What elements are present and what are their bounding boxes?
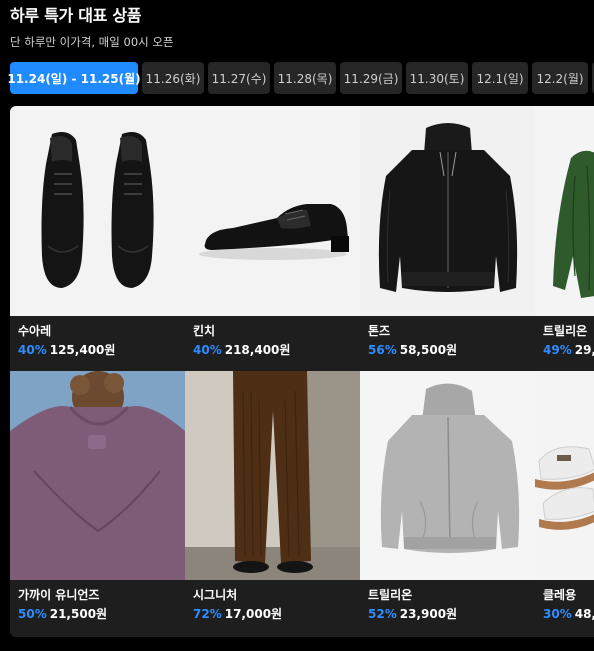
tab-date-1127[interactable]: 11.27(수) — [208, 62, 270, 94]
black-hooded-bomber-jacket-image — [360, 106, 535, 316]
product-info: 시그니처 72% 17,000원 — [185, 580, 360, 637]
page: 하루 특가 대표 상품 단 하루만 이가격, 매일 00시 오픈 11.24(일… — [0, 0, 594, 651]
product-price-line: 56% 58,500원 — [368, 343, 527, 358]
sale-price: 218,400원 — [224, 343, 291, 357]
product-price-line: 40% 218,400원 — [193, 343, 352, 358]
product-price-line: 72% 17,000원 — [193, 607, 352, 622]
product-card[interactable]: 수아레 40% 125,400원 — [10, 106, 185, 371]
product-card[interactable]: 클레용 30% 48, — [535, 371, 594, 637]
product-image — [535, 106, 594, 316]
product-image — [360, 371, 535, 580]
discount-rate: 40% — [18, 343, 47, 357]
purple-sweatshirt-model-image — [10, 371, 185, 580]
section-header: 하루 특가 대표 상품 단 하루만 이가격, 매일 00시 오픈 — [10, 6, 174, 49]
product-info: 트릴리온 49%29,9 — [535, 316, 594, 371]
black-leather-derby-shoe-side-image — [185, 106, 360, 316]
product-price-line: 49%29,9 — [543, 343, 594, 358]
discount-rate: 52% — [368, 607, 397, 621]
sale-price: 29,9 — [574, 343, 594, 357]
discount-rate: 30% — [543, 607, 572, 621]
sale-price: 48, — [574, 607, 594, 621]
product-brand: 트릴리온 — [543, 324, 588, 338]
sale-price: 21,500원 — [49, 607, 108, 621]
product-brand: 톤즈 — [368, 324, 391, 338]
product-grid: 수아레 40% 125,400원 킨치 40% 218,400원 톤즈 56% … — [10, 106, 594, 637]
product-card[interactable]: 톤즈 56% 58,500원 — [360, 106, 535, 371]
tab-date-1124-1125[interactable]: 11.24(일) - 11.25(월) — [7, 62, 141, 94]
product-info: 톤즈 56% 58,500원 — [360, 316, 535, 371]
product-brand: 시그니처 — [193, 588, 238, 602]
sale-price: 23,900원 — [399, 607, 458, 621]
product-price-line: 50% 21,500원 — [18, 607, 177, 622]
tab-date-1130[interactable]: 11.30(토) — [406, 62, 468, 94]
product-card[interactable]: 트릴리온 49%29,9 — [535, 106, 594, 371]
date-tabs: 11.24(일) - 11.25(월) 11.26(화) 11.27(수) 11… — [7, 62, 594, 94]
discount-rate: 50% — [18, 607, 47, 621]
product-card[interactable]: 킨치 40% 218,400원 — [185, 106, 360, 371]
product-info: 킨치 40% 218,400원 — [185, 316, 360, 371]
product-price-line: 40% 125,400원 — [18, 343, 177, 358]
white-leather-sneakers-image — [535, 371, 594, 580]
product-price-line: 30% 48, — [543, 607, 594, 622]
product-info: 클레용 30% 48, — [535, 580, 594, 637]
product-card[interactable]: 트릴리온 52% 23,900원 — [360, 371, 535, 637]
discount-rate: 72% — [193, 607, 222, 621]
section-title: 하루 특가 대표 상품 — [10, 6, 142, 25]
product-image — [10, 106, 185, 316]
black-leather-derby-shoes-pair-image — [10, 106, 185, 316]
product-card[interactable]: 가까이 유니언즈 50% 21,500원 — [10, 371, 185, 637]
product-card[interactable]: 시그니처 72% 17,000원 — [185, 371, 360, 637]
brown-corduroy-pants-model-image — [185, 371, 360, 580]
product-row: 수아레 40% 125,400원 킨치 40% 218,400원 톤즈 56% … — [10, 106, 594, 371]
sale-price: 58,500원 — [399, 343, 458, 357]
product-brand: 클레용 — [543, 588, 577, 602]
sale-price: 17,000원 — [224, 607, 283, 621]
tab-date-1201[interactable]: 12.1(일) — [472, 62, 528, 94]
product-info: 가까이 유니언즈 50% 21,500원 — [10, 580, 185, 637]
product-brand: 킨치 — [193, 324, 216, 338]
product-info: 트릴리온 52% 23,900원 — [360, 580, 535, 637]
product-brand: 수아레 — [18, 324, 52, 338]
section-subtitle: 단 하루만 이가격, 매일 00시 오픈 — [10, 35, 174, 49]
product-info: 수아레 40% 125,400원 — [10, 316, 185, 371]
product-image — [10, 371, 185, 580]
product-image — [360, 106, 535, 316]
product-image — [185, 106, 360, 316]
tab-date-1128[interactable]: 11.28(목) — [274, 62, 336, 94]
product-brand: 트릴리온 — [368, 588, 413, 602]
tab-date-1202[interactable]: 12.2(월) — [532, 62, 588, 94]
product-brand: 가까이 유니언즈 — [18, 588, 100, 602]
product-row: 가까이 유니언즈 50% 21,500원 시그니처 72% 17,000원 트릴… — [10, 371, 594, 637]
product-image — [185, 371, 360, 580]
tab-date-1126[interactable]: 11.26(화) — [142, 62, 204, 94]
sale-price: 125,400원 — [49, 343, 116, 357]
green-knit-cardigan-image — [535, 106, 594, 316]
grey-zip-hoodie-image — [360, 371, 535, 580]
product-price-line: 52% 23,900원 — [368, 607, 527, 622]
discount-rate: 40% — [193, 343, 222, 357]
discount-rate: 56% — [368, 343, 397, 357]
discount-rate: 49% — [543, 343, 572, 357]
tab-date-1129[interactable]: 11.29(금) — [340, 62, 402, 94]
product-image — [535, 371, 594, 580]
